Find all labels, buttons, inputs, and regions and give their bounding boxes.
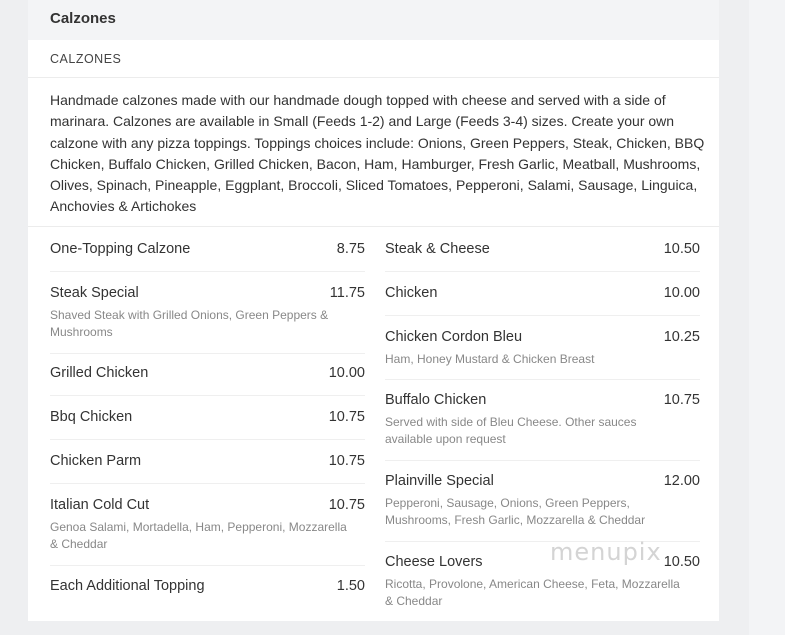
menu-item-price: 1.50 [336, 578, 365, 594]
menu-item-price: 10.75 [328, 409, 365, 425]
menu-item-price: 10.00 [663, 285, 700, 301]
menu-item-name: Plainville Special [385, 473, 494, 489]
menu-item-divider [385, 379, 700, 380]
menu-item-description: Served with side of Bleu Cheese. Other s… [385, 415, 637, 446]
menu-item-name: Each Additional Topping [50, 578, 205, 594]
menu-item-name: Steak Special [50, 285, 139, 301]
section-description: Handmade calzones made with our handmade… [50, 92, 705, 215]
menu-item-description: Pepperoni, Sausage, Onions, Green Pepper… [385, 496, 646, 527]
watermark-logo: menupix [550, 538, 662, 566]
menu-item-price: 12.00 [663, 473, 700, 489]
subsection-title: CALZONES [50, 52, 122, 66]
section-header: Calzones [28, 0, 719, 40]
menu-item-description: Ham, Honey Mustard & Chicken Breast [385, 352, 595, 366]
right-background-strip [749, 0, 785, 635]
menu-item-name: Chicken Parm [50, 453, 142, 469]
menu-item-divider [385, 460, 700, 461]
menu-item-divider [50, 271, 365, 272]
menu-item-divider [385, 315, 700, 316]
menu-item-price: 10.50 [663, 554, 700, 570]
menu-item-divider [50, 483, 365, 484]
menu-item-price: 11.75 [329, 285, 365, 301]
menu-item-name: Cheese Lovers [385, 554, 483, 570]
menu-item-price: 10.25 [663, 329, 700, 345]
menu-item-name: Bbq Chicken [50, 409, 133, 425]
menu-item-name: One-Topping Calzone [50, 241, 191, 257]
menu-item-price: 10.50 [663, 241, 700, 257]
description-divider [28, 226, 719, 227]
menu-item-price: 10.75 [663, 392, 700, 408]
menu-item-description: Genoa Salami, Mortadella, Ham, Pepperoni… [50, 520, 347, 551]
menu-item-name: Chicken [385, 285, 438, 301]
menu-item-name: Italian Cold Cut [50, 497, 150, 513]
menu-item-price: 8.75 [336, 241, 365, 257]
section-title: Calzones [50, 10, 116, 27]
menu-item-name: Steak & Cheese [385, 241, 490, 257]
menu-section-panel: Calzones CALZONES Handmade calzones made… [28, 0, 719, 621]
menu-item-name: Grilled Chicken [50, 365, 149, 381]
subsection-divider [28, 77, 719, 78]
menu-item-name: Chicken Cordon Bleu [385, 329, 523, 345]
menu-item-divider [50, 395, 365, 396]
menu-item-divider [50, 353, 365, 354]
menu-item-description: Ricotta, Provolone, American Cheese, Fet… [385, 577, 680, 608]
menu-item-price: 10.75 [328, 453, 365, 469]
menu-item-divider [50, 439, 365, 440]
menu-item-divider [385, 271, 700, 272]
menu-item-price: 10.00 [328, 365, 365, 381]
menu-item-divider [50, 565, 365, 566]
menu-item-name: Buffalo Chicken [385, 392, 487, 408]
menu-item-description: Shaved Steak with Grilled Onions, Green … [50, 308, 329, 339]
menu-item-price: 10.75 [328, 497, 365, 513]
